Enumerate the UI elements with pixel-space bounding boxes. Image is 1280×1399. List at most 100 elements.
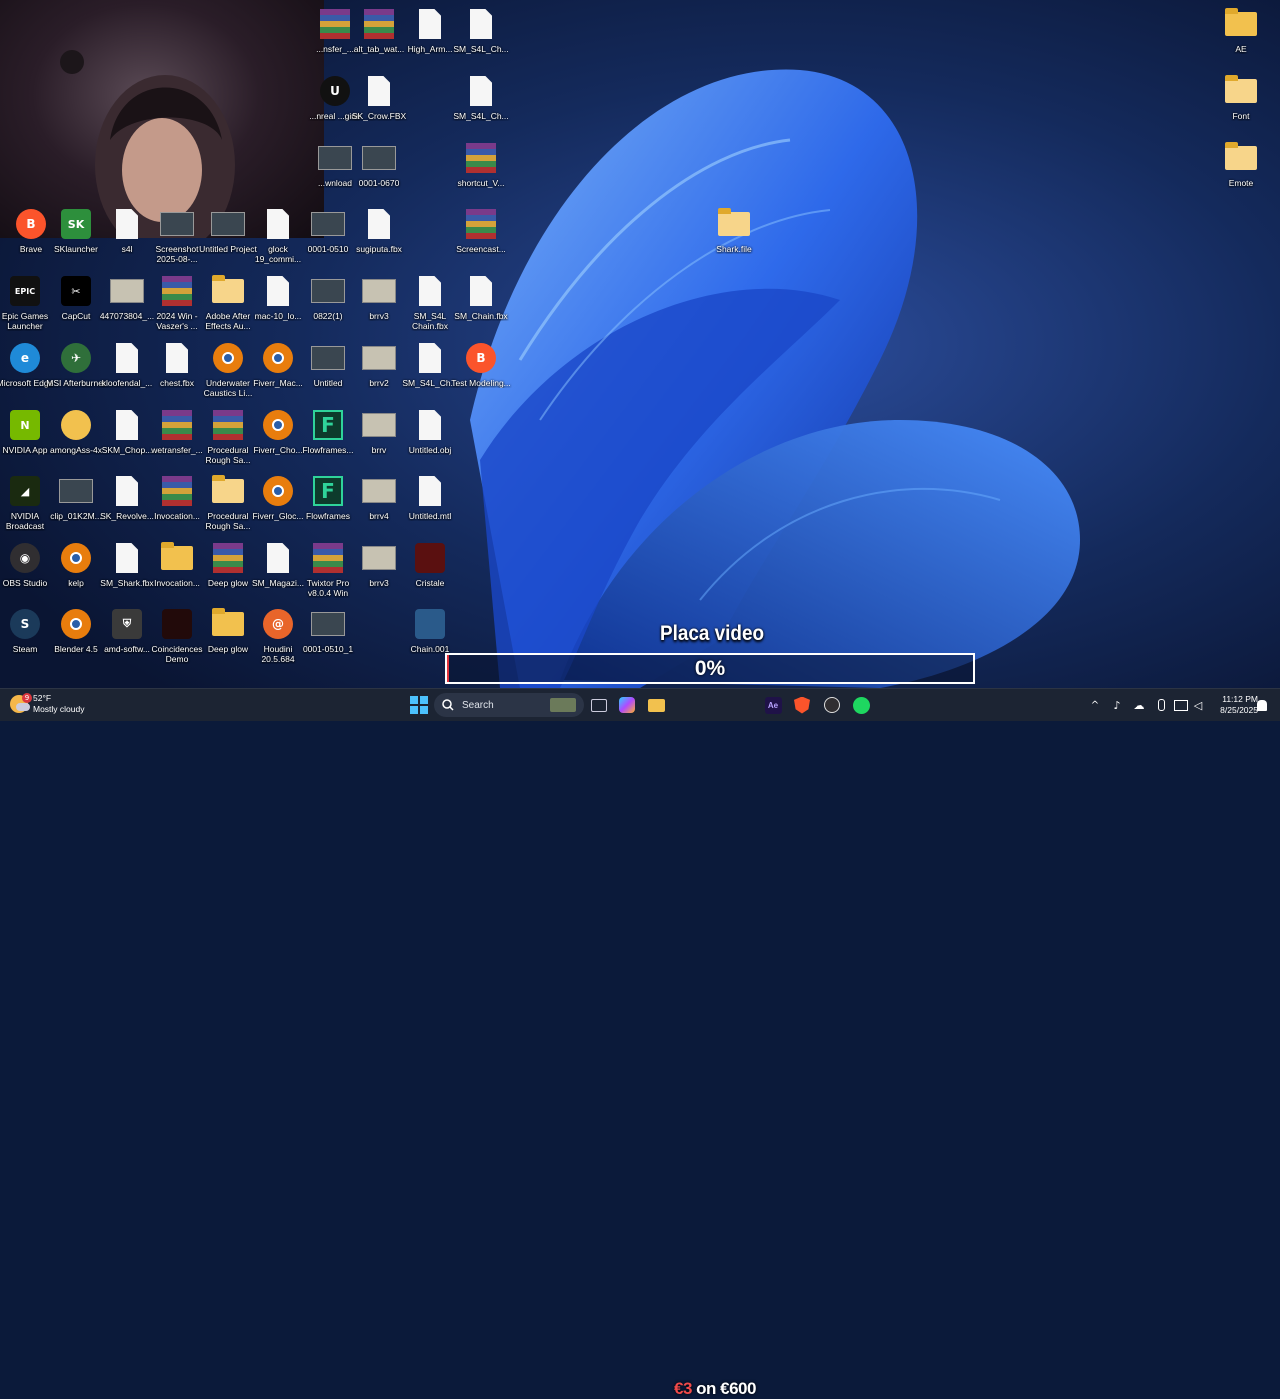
icon-glyph (362, 141, 396, 175)
image-thumbnail-icon (362, 279, 396, 303)
icon-glyph (261, 207, 295, 241)
search-highlight-image (550, 698, 576, 712)
file-icon (116, 543, 138, 573)
file-icon (470, 76, 492, 106)
desktop-icon-shortcut[interactable]: shortcut_V... (450, 139, 512, 205)
volume-tray-button[interactable]: ◁ (1188, 694, 1208, 716)
app-icon (415, 609, 445, 639)
desktop-icon-sms4lch-a[interactable]: SM_S4L_Ch... (450, 5, 512, 71)
desktop-icon-0001-0670[interactable]: 0001-0670 (348, 139, 410, 205)
desktop-icon-sms4lch-b[interactable]: SM_S4L_Ch... (450, 72, 512, 138)
speaker-tray-button[interactable]: ♪ (1106, 694, 1128, 716)
icon-glyph (261, 274, 295, 308)
desktop-icon-screencast[interactable]: Screencast... (450, 205, 512, 271)
icon-glyph (211, 607, 245, 641)
video-thumbnail-icon (211, 212, 245, 236)
desktop-icon-emote[interactable]: Emote (1210, 139, 1272, 205)
file-explorer-button[interactable] (645, 694, 667, 716)
app-icon: EPIC (10, 276, 40, 306)
clock-date: 8/25/2025 (1220, 705, 1258, 715)
icon-glyph (160, 541, 194, 575)
spotify-button[interactable] (850, 694, 872, 716)
desktop-icon-cristale[interactable]: Cristale (399, 539, 461, 605)
microphone-icon (1157, 699, 1165, 711)
archive-icon (213, 410, 243, 440)
start-button[interactable] (408, 694, 430, 716)
brave-taskbar-button[interactable] (791, 694, 813, 716)
desktop-icon-label: SM_Chain.fbx (454, 311, 508, 321)
icon-glyph (311, 541, 345, 575)
icon-glyph (211, 541, 245, 575)
file-icon (419, 410, 441, 440)
icon-glyph (160, 474, 194, 508)
tray-overflow-button[interactable]: ^ (1086, 694, 1104, 716)
task-view-button[interactable] (588, 694, 610, 716)
bell-icon (1257, 699, 1267, 711)
file-icon (368, 209, 390, 239)
icon-glyph (362, 541, 396, 575)
obs-taskbar-button[interactable] (821, 694, 843, 716)
video-thumbnail-icon (160, 212, 194, 236)
desktop-icon-testmodeling[interactable]: B Test Modeling... (450, 339, 512, 405)
app-icon: S (10, 609, 40, 639)
icon-glyph (110, 341, 144, 375)
desktop-icon-label: 0001-0670 (358, 178, 400, 188)
icon-glyph: e (8, 341, 42, 375)
copilot-icon (619, 697, 635, 713)
icon-glyph (110, 474, 144, 508)
icon-glyph (1224, 141, 1258, 175)
taskbar-clock[interactable]: 11:12 PM 8/25/2025 (1206, 694, 1258, 716)
icon-glyph (413, 7, 447, 41)
icon-glyph: B (14, 207, 48, 241)
icon-glyph (362, 474, 396, 508)
app-icon: SK (61, 209, 91, 239)
folder-icon (718, 208, 750, 236)
icon-glyph (160, 408, 194, 442)
archive-icon (162, 476, 192, 506)
image-thumbnail-icon (110, 279, 144, 303)
search-label: Search (462, 699, 494, 711)
desktop-icon-label: SK_Crow.FBX (351, 111, 407, 121)
app-icon: ✈ (61, 343, 91, 373)
icon-glyph (311, 274, 345, 308)
desktop-icon-sugiputa[interactable]: sugiputa.fbx (348, 205, 410, 271)
desktop-icon-sharkfile[interactable]: Shark.file (703, 205, 765, 271)
icon-glyph (362, 408, 396, 442)
video-thumbnail-icon (362, 146, 396, 170)
icon-glyph (464, 207, 498, 241)
after-effects-button[interactable]: Ae (762, 694, 784, 716)
copilot-button[interactable] (616, 694, 638, 716)
icon-glyph (110, 541, 144, 575)
icon-glyph: SK (59, 207, 93, 241)
taskbar-search[interactable]: Search (434, 693, 584, 717)
icon-glyph (318, 141, 352, 175)
microphone-tray-button[interactable] (1150, 694, 1172, 716)
desktop-icon-skcrow[interactable]: SK_Crow.FBX (348, 72, 410, 138)
desktop-icon-smchain[interactable]: SM_Chain.fbx (450, 272, 512, 338)
desktop-icon-untitledmtl[interactable]: Untitled.mtl (399, 472, 461, 538)
webcam-person-image (60, 50, 235, 238)
icon-glyph (311, 607, 345, 641)
app-icon (61, 410, 91, 440)
blender-icon (61, 609, 91, 639)
desktop-icon-font[interactable]: Font (1210, 72, 1272, 138)
network-tray-button[interactable]: ☁ (1128, 694, 1150, 716)
icon-glyph (211, 207, 245, 241)
icon-glyph (362, 341, 396, 375)
file-icon (166, 343, 188, 373)
desktop-icon-0001-0510-1[interactable]: 0001-0510_1 (297, 605, 359, 671)
desktop-icon-untitledobj[interactable]: Untitled.obj (399, 406, 461, 472)
weather-widget[interactable]: 9 52°F Mostly cloudy (10, 693, 85, 715)
archive-icon (466, 209, 496, 239)
progress-bar: 0% (445, 653, 975, 684)
icon-glyph (413, 474, 447, 508)
icon-glyph: EPIC (8, 274, 42, 308)
icon-glyph (1224, 74, 1258, 108)
folder-icon (1225, 8, 1257, 36)
notifications-button[interactable] (1254, 694, 1270, 716)
cloud-sun-icon: 9 (10, 693, 32, 713)
icon-glyph: ✂ (59, 274, 93, 308)
desktop-icon-ae[interactable]: AE (1210, 5, 1272, 71)
folder-icon (212, 475, 244, 503)
folder-icon (1225, 142, 1257, 170)
